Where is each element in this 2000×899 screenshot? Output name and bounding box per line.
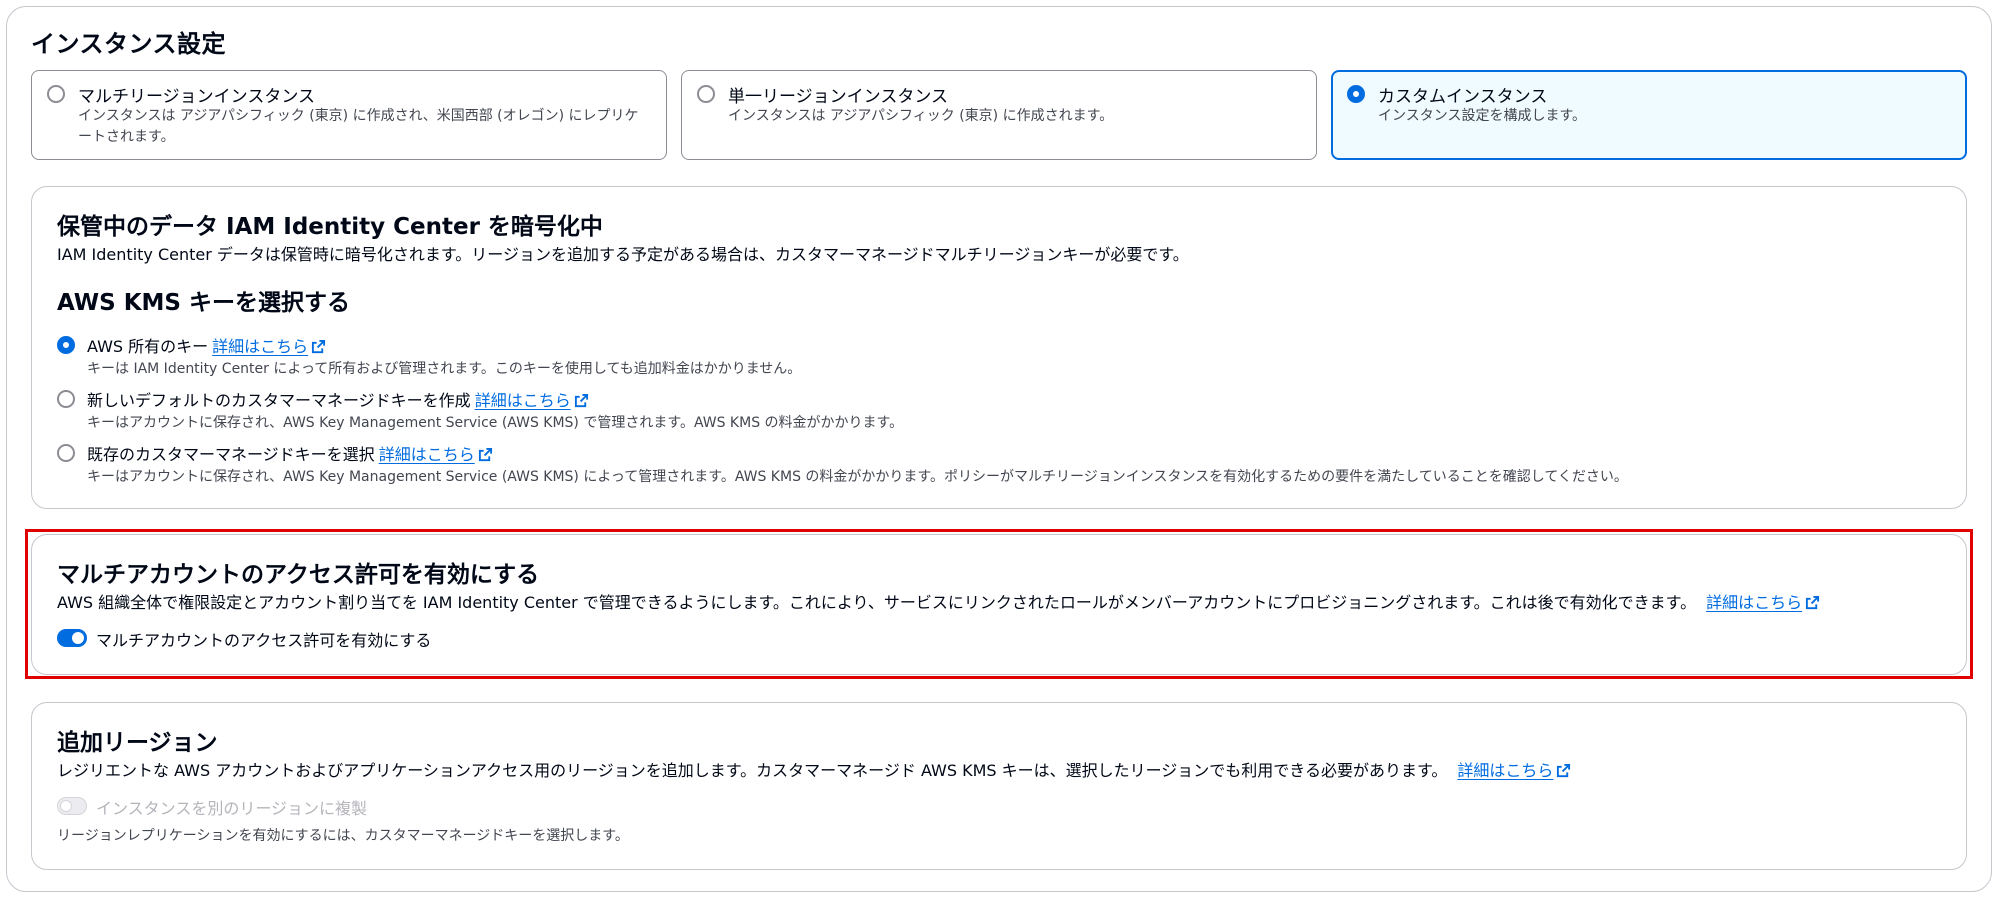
- replicate-region-toggle-label: インスタンスを別のリージョンに複製: [96, 799, 368, 818]
- external-link-icon: [478, 447, 492, 462]
- tile-description: インスタンスは アジアパシフィック (東京) に作成されます。: [728, 108, 1114, 124]
- learn-more-link[interactable]: 詳細はこちら: [475, 391, 571, 410]
- regions-hint: リージョンレプリケーションを有効にするには、カスタマーマネージドキーを選択します…: [57, 828, 629, 844]
- tile-description: インスタンス設定を構成します。: [1378, 108, 1587, 124]
- option-description: キーはアカウントに保存され、AWS Key Management Service…: [87, 469, 1628, 485]
- option-new-default-key[interactable]: 新しいデフォルトのカスタマーマネージドキーを作成 詳細はこちら: [87, 387, 589, 411]
- learn-more-link[interactable]: 詳細はこちら: [379, 445, 475, 464]
- toggle-knob: [60, 800, 72, 812]
- kms-title: AWS KMS キーを選択する: [57, 290, 350, 316]
- radio-multi-region[interactable]: [47, 85, 65, 103]
- learn-more-link[interactable]: 詳細はこちら: [1457, 761, 1553, 780]
- encryption-title: 保管中のデータ IAM Identity Center を暗号化中: [57, 214, 603, 240]
- tile-label: 単一リージョンインスタンス: [728, 87, 948, 107]
- option-description: キーは IAM Identity Center によって所有および管理されます。…: [87, 361, 802, 377]
- radio-custom[interactable]: [1347, 85, 1365, 103]
- highlight-box: [25, 529, 1973, 679]
- encryption-card: 保管中のデータ IAM Identity Center を暗号化中 IAM Id…: [31, 186, 1967, 509]
- option-description: キーはアカウントに保存され、AWS Key Management Service…: [87, 415, 904, 431]
- tile-label: マルチリージョンインスタンス: [78, 87, 315, 107]
- replicate-region-toggle[interactable]: [57, 797, 87, 815]
- regions-description: レジリエントな AWS アカウントおよびアプリケーションアクセス用のリージョンを…: [57, 757, 1571, 781]
- tile-description: インスタンスは アジアパシフィック (東京) に作成され、米国西部 (オレゴン)…: [78, 108, 639, 145]
- tile-multi-region[interactable]: マルチリージョンインスタンス インスタンスは アジアパシフィック (東京) に作…: [31, 70, 667, 160]
- regions-card: 追加リージョン レジリエントな AWS アカウントおよびアプリケーションアクセス…: [31, 702, 1967, 870]
- radio-single-region[interactable]: [697, 85, 715, 103]
- external-link-icon: [312, 339, 326, 354]
- radio-new-default-key[interactable]: [57, 390, 75, 408]
- page-title: インスタンス設定: [31, 30, 227, 58]
- option-aws-owned-key[interactable]: AWS 所有のキー 詳細はこちら: [87, 333, 326, 357]
- external-link-icon: [574, 393, 588, 408]
- option-existing-key[interactable]: 既存のカスタマーマネージドキーを選択 詳細はこちら: [87, 441, 493, 465]
- radio-aws-owned-key[interactable]: [57, 336, 75, 354]
- learn-more-link[interactable]: 詳細はこちら: [212, 337, 308, 356]
- external-link-icon: [1557, 763, 1571, 778]
- tile-single-region[interactable]: 単一リージョンインスタンス インスタンスは アジアパシフィック (東京) に作成…: [681, 70, 1317, 160]
- radio-existing-key[interactable]: [57, 444, 75, 462]
- encryption-description: IAM Identity Center データは保管時に暗号化されます。リージョ…: [57, 245, 1189, 264]
- tile-custom[interactable]: カスタムインスタンス インスタンス設定を構成します。: [1331, 70, 1967, 160]
- tile-label: カスタムインスタンス: [1378, 87, 1548, 107]
- regions-title: 追加リージョン: [57, 730, 218, 756]
